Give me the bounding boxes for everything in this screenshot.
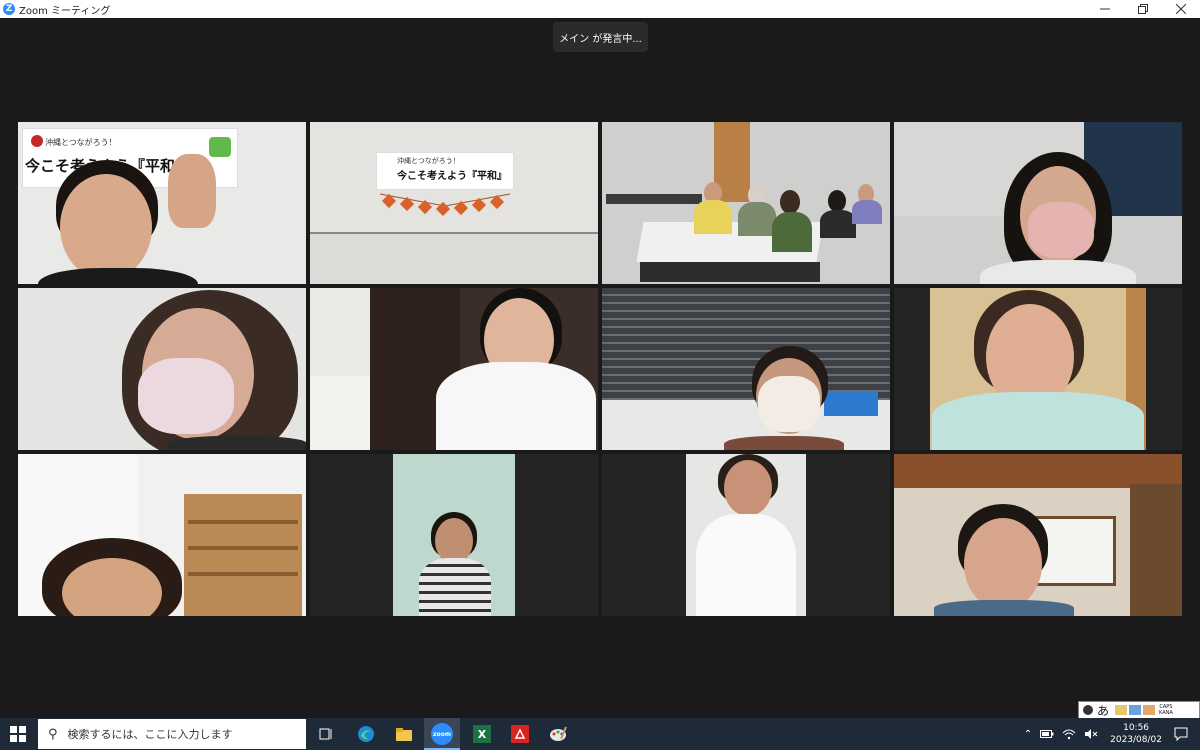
excel-icon: X (473, 725, 491, 743)
participant-face (60, 174, 152, 280)
minimize-button[interactable] (1086, 0, 1124, 18)
acrobat-taskbar-button[interactable] (506, 722, 534, 746)
participant-face (964, 518, 1042, 610)
battery-icon[interactable] (1040, 729, 1054, 739)
window-title: Zoom ミーティング (19, 5, 111, 17)
edge-icon (358, 726, 374, 742)
windows-taskbar: ⚲ 検索するには、ここに入力します zoom X ⌃ 10:56 2023/08… (0, 718, 1200, 750)
video-tile[interactable] (310, 454, 598, 616)
video-tile[interactable] (894, 122, 1182, 284)
task-view-button[interactable] (312, 722, 340, 746)
close-button[interactable] (1162, 0, 1200, 18)
search-icon: ⚲ (48, 726, 58, 742)
ime-tools-icon[interactable] (1129, 705, 1142, 715)
video-tile[interactable] (894, 454, 1182, 616)
paint-palette-icon (550, 726, 567, 741)
search-placeholder: 検索するには、ここに入力します (67, 728, 233, 741)
window-controls (1086, 0, 1200, 18)
windows-logo-icon (10, 726, 26, 742)
paper-garland (380, 193, 510, 216)
video-tile[interactable] (894, 288, 1182, 450)
waving-hand (168, 154, 216, 228)
show-hidden-icons-chevron-icon[interactable]: ⌃ (1024, 729, 1032, 740)
ime-mode-icon[interactable] (1083, 705, 1093, 715)
video-tile[interactable] (310, 288, 598, 450)
face-mask (758, 376, 820, 432)
ime-caps-kana: CAPS KANA (1159, 704, 1173, 716)
participant-face (724, 460, 772, 516)
excel-taskbar-button[interactable]: X (468, 722, 496, 746)
clock-date: 2023/08/02 (1110, 735, 1162, 745)
volume-muted-icon[interactable] (1084, 728, 1098, 740)
window-blinds (602, 288, 890, 400)
video-tile[interactable] (18, 454, 306, 616)
video-tile[interactable] (602, 288, 890, 450)
banner-logo-icon (209, 137, 231, 157)
video-tile[interactable]: 沖縄とつながろう！ 今こそ考えよう『平和』 (18, 122, 306, 284)
restore-icon (1138, 4, 1148, 14)
task-view-icon (319, 728, 332, 740)
start-button[interactable] (6, 724, 30, 744)
video-tile[interactable] (602, 122, 890, 284)
video-gallery: 沖縄とつながろう！ 今こそ考えよう『平和』 沖縄とつながろう！ 今こそ考えよう『… (18, 122, 1182, 616)
video-tile[interactable] (602, 454, 890, 616)
taskbar-clock[interactable]: 10:56 2023/08/02 (1110, 722, 1162, 746)
clock-time: 10:56 (1123, 723, 1150, 733)
notification-icon[interactable] (1174, 727, 1188, 741)
bookshelf (184, 494, 302, 616)
folder-icon (396, 728, 412, 741)
close-icon (1176, 4, 1186, 14)
paint-taskbar-button[interactable] (544, 722, 572, 746)
active-speaker-indicator[interactable]: メイン が発言中... (553, 22, 648, 52)
ime-input-mode[interactable]: あ (1097, 702, 1109, 719)
wifi-icon[interactable] (1062, 728, 1076, 740)
event-banner: 沖縄とつながろう！ 今こそ考えよう『平和』 (376, 152, 514, 190)
zoom-icon: zoom (431, 723, 453, 745)
apple-logo-icon (31, 135, 43, 147)
minimize-icon (1100, 8, 1110, 10)
edge-taskbar-button[interactable] (352, 722, 380, 746)
zoom-taskbar-button[interactable]: zoom (424, 718, 460, 750)
acrobat-icon (511, 725, 529, 743)
active-speaker-label: メイン が発言中... (559, 33, 642, 45)
zoom-logo-icon: Z (3, 3, 15, 15)
face-mask (138, 358, 234, 434)
ime-pad-icon[interactable] (1143, 705, 1156, 715)
ime-toolbar[interactable]: あ CAPS KANA (1078, 701, 1200, 719)
window-titlebar: Z Zoom ミーティング (0, 0, 1200, 18)
ime-dictionary-icon[interactable] (1115, 705, 1128, 715)
taskbar-search-box[interactable]: ⚲ 検索するには、ここに入力します (38, 719, 306, 749)
maximize-button[interactable] (1124, 0, 1162, 18)
video-tile[interactable] (18, 288, 306, 450)
system-tray: ⌃ 10:56 2023/08/02 (1024, 718, 1200, 750)
file-explorer-taskbar-button[interactable] (390, 722, 418, 746)
video-tile[interactable]: 沖縄とつながろう！ 今こそ考えよう『平和』 (310, 122, 598, 284)
face-mask (1028, 202, 1094, 258)
